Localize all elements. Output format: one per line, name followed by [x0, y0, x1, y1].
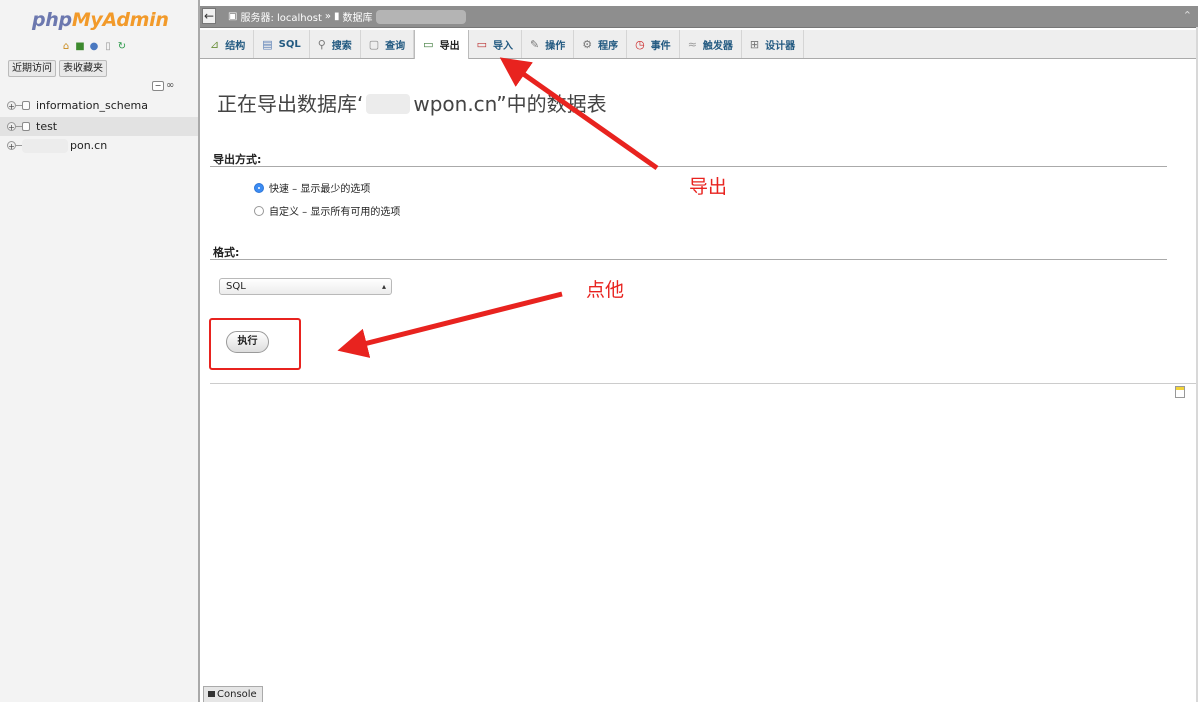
redacted-region: [375, 9, 466, 24]
tab-label: 结构: [225, 40, 246, 52]
export-icon: ▭: [423, 38, 434, 51]
tab-label: 搜索: [331, 40, 352, 52]
server-icon: ▣: [228, 11, 238, 22]
tab-operations[interactable]: ✎ 操作: [522, 30, 575, 58]
tab-search[interactable]: ⚲ 搜索: [310, 30, 361, 58]
breadcrumb: ▣ 服务器: localhost » ▮ 数据库: [228, 9, 466, 24]
tab-export[interactable]: ▭ 导出: [414, 30, 469, 59]
console-icon: [208, 691, 215, 697]
tree-controls: − ∞: [152, 80, 174, 91]
tab-query[interactable]: ▢ 查询: [361, 30, 415, 58]
expand-icon[interactable]: +: [7, 101, 16, 111]
custom-export-label[interactable]: 自定义 – 显示所有可用的选项: [269, 203, 400, 218]
tree-item-test[interactable]: + test: [0, 117, 198, 136]
tree-item-information-schema[interactable]: + information_schema: [0, 96, 198, 115]
search-icon: ⚲: [317, 37, 326, 51]
select-arrows-icon: ▴: [381, 282, 386, 291]
expand-icon[interactable]: +: [7, 141, 16, 151]
nav-icon-bar: ⌂ ■ ● ▯ ↻: [60, 40, 128, 54]
logo-php-text: php: [32, 9, 72, 31]
annotation-highlight-box: [209, 318, 301, 370]
arrow-to-execute-button: [337, 291, 563, 358]
page-settings-icon[interactable]: [1175, 386, 1185, 398]
tab-label: 导出: [439, 41, 460, 52]
tab-label: 触发器: [702, 40, 733, 52]
navigation-panel: phpMyAdmin ⌂ ■ ● ▯ ↻ 近期访问 表收藏夹 − ∞ + inf…: [0, 0, 200, 702]
nav-links: 近期访问 表收藏夹: [8, 60, 107, 77]
tab-label: SQL: [278, 38, 301, 50]
logo-myadmin-text: MyAdmin: [71, 9, 169, 31]
reload-icon[interactable]: ↻: [116, 41, 128, 53]
tab-sql[interactable]: ▤ SQL: [254, 30, 310, 58]
export-annotation-text: 导出: [689, 176, 728, 198]
database-icon: ▮: [334, 11, 340, 22]
tab-label: 查询: [385, 40, 406, 52]
tab-import[interactable]: ▭ 导入: [469, 30, 522, 58]
query-icon: ▢: [368, 37, 380, 51]
tab-label: 导入: [492, 40, 513, 52]
tab-events[interactable]: ◷ 事件: [627, 30, 680, 58]
database-icon: [22, 101, 30, 110]
recent-tables-link[interactable]: 近期访问: [8, 60, 56, 77]
tab-label: 操作: [545, 40, 566, 52]
quick-export-radio[interactable]: [254, 182, 264, 193]
tab-label: 事件: [650, 40, 671, 52]
database-label[interactable]: test: [36, 120, 57, 133]
click-annotation-text: 点他: [586, 279, 625, 301]
title-prefix: 正在导出数据库‘: [217, 92, 364, 116]
expand-icon[interactable]: +: [7, 122, 16, 132]
format-label: 格式:: [213, 246, 240, 259]
exit-icon[interactable]: ■: [74, 41, 86, 53]
redacted-region: [22, 138, 68, 153]
wrench-icon: ✎: [529, 37, 540, 51]
tab-label: 程序: [598, 40, 619, 52]
quick-export-option[interactable]: 快速 – 显示最少的选项: [254, 180, 370, 195]
divider: [210, 259, 1167, 260]
breadcrumb-separator: »: [324, 11, 332, 22]
tree-item-wpon[interactable]: + pon.cn: [0, 136, 198, 155]
sql-icon: ▤: [262, 37, 273, 51]
help-icon[interactable]: ●: [88, 41, 100, 53]
arrow-to-export-tab: [499, 57, 659, 171]
breadcrumb-database[interactable]: 数据库: [343, 9, 373, 24]
breadcrumb-bar: ← ▣ 服务器: localhost » ▮ 数据库 ⌃: [200, 6, 1198, 28]
divider: [210, 383, 1198, 384]
import-icon: ▭: [476, 37, 487, 51]
title-suffix: wpon.cn”中的数据表: [413, 92, 607, 116]
home-icon[interactable]: ⌂: [60, 41, 72, 53]
custom-export-radio[interactable]: [254, 205, 264, 216]
page-title: 正在导出数据库‘ wpon.cn”中的数据表: [217, 88, 607, 117]
tab-triggers[interactable]: ≈ 触发器: [680, 30, 742, 58]
tab-label: 设计器: [765, 40, 796, 52]
divider: [210, 166, 1167, 167]
collapse-top-icon[interactable]: ⌃: [1183, 9, 1192, 22]
export-method-label: 导出方式:: [213, 153, 262, 166]
custom-export-option[interactable]: 自定义 – 显示所有可用的选项: [254, 203, 400, 218]
clock-icon: ◷: [635, 37, 645, 51]
favorite-tables-link[interactable]: 表收藏夹: [59, 60, 107, 77]
redacted-region: [366, 94, 411, 114]
trigger-icon: ≈: [687, 37, 697, 51]
console-toggle[interactable]: Console: [203, 686, 263, 702]
tab-bar: ⊿ 结构 ▤ SQL ⚲ 搜索 ▢ 查询 ▭ 导出 ▭ 导入 ✎ 操作 ⚙ 程序 ◷ 事件 ≈ 触发…: [200, 30, 1198, 59]
back-arrow-icon[interactable]: ←: [202, 8, 216, 24]
quick-export-label[interactable]: 快速 – 显示最少的选项: [269, 180, 370, 195]
docs-icon[interactable]: ▯: [102, 41, 114, 53]
database-icon: [22, 122, 30, 131]
database-label[interactable]: pon.cn: [70, 139, 107, 152]
phpmyadmin-logo[interactable]: phpMyAdmin: [32, 9, 169, 31]
tab-designer[interactable]: ⊞ 设计器: [742, 30, 805, 58]
breadcrumb-server[interactable]: 服务器: localhost: [240, 9, 321, 24]
routines-icon: ⚙: [582, 37, 593, 51]
designer-icon: ⊞: [749, 37, 760, 51]
tab-structure[interactable]: ⊿ 结构: [202, 30, 255, 58]
tab-routines[interactable]: ⚙ 程序: [574, 30, 628, 58]
console-label: Console: [217, 689, 257, 700]
database-label[interactable]: information_schema: [36, 99, 148, 112]
format-selected-value: SQL: [226, 281, 246, 292]
link-icon[interactable]: ∞: [166, 80, 174, 91]
structure-icon: ⊿: [210, 37, 220, 51]
collapse-all-icon[interactable]: −: [152, 80, 164, 91]
format-select[interactable]: SQL ▴: [219, 278, 392, 295]
